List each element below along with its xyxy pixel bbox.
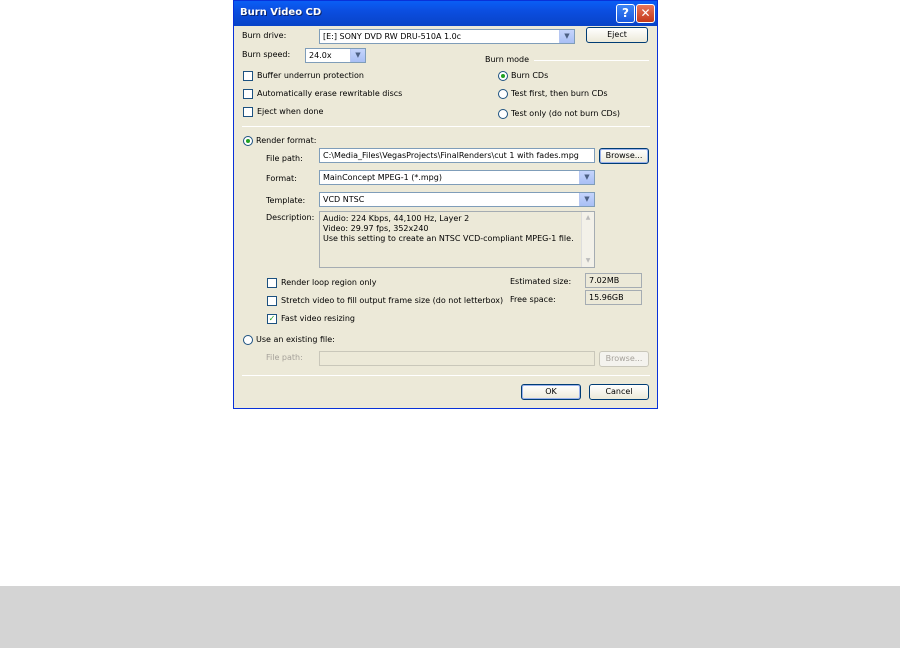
chevron-down-icon[interactable]: ▼: [350, 49, 365, 62]
test-first-label: Test first, then burn CDs: [511, 89, 608, 98]
burn-mode-label: Burn mode: [485, 55, 530, 64]
eject-when-done-label: Eject when done: [257, 107, 324, 116]
eject-when-done-checkbox[interactable]: [243, 107, 253, 117]
file-path-value: C:\Media_Files\VegasProjects\FinalRender…: [323, 151, 579, 160]
existing-file-browse-button[interactable]: Browse...: [599, 351, 649, 367]
section-divider: [242, 126, 650, 127]
burn-mode-divider: [534, 60, 649, 61]
test-only-radio[interactable]: [498, 109, 508, 119]
file-path-label: File path:: [266, 154, 303, 163]
buffer-underrun-label: Buffer underrun protection: [257, 71, 364, 80]
burn-video-cd-dialog: Burn Video CD ? ✕ Burn drive: [E:] SONY …: [233, 0, 658, 409]
chevron-down-icon[interactable]: ▼: [579, 193, 594, 206]
format-value: MainConcept MPEG-1 (*.mpg): [323, 173, 442, 182]
description-line: Video: 29.97 fps, 352x240: [323, 224, 429, 233]
burn-drive-select[interactable]: [E:] SONY DVD RW DRU-510A 1.0c ▼: [319, 29, 575, 44]
browse-button[interactable]: Browse...: [599, 148, 649, 164]
template-value: VCD NTSC: [323, 195, 365, 204]
estimated-size-field: 7.02MB: [585, 273, 642, 288]
template-select[interactable]: VCD NTSC ▼: [319, 192, 595, 207]
free-space-field: 15.96GB: [585, 290, 642, 305]
existing-file-label: Use an existing file:: [256, 335, 335, 344]
burn-speed-value: 24.0x: [309, 51, 332, 60]
template-label: Template:: [266, 196, 306, 205]
render-format-label: Render format:: [256, 136, 317, 145]
buffer-underrun-checkbox[interactable]: [243, 71, 253, 81]
existing-file-path-input[interactable]: [319, 351, 595, 366]
format-label: Format:: [266, 174, 297, 183]
description-line: Audio: 224 Kbps, 44,100 Hz, Layer 2: [323, 214, 470, 223]
close-icon[interactable]: ✕: [636, 4, 655, 23]
burn-cds-radio[interactable]: [498, 71, 508, 81]
burn-speed-select[interactable]: 24.0x ▼: [305, 48, 366, 63]
burn-speed-label: Burn speed:: [242, 50, 291, 59]
chevron-down-icon[interactable]: ▼: [559, 30, 574, 43]
existing-file-path-label: File path:: [266, 353, 303, 362]
render-loop-label: Render loop region only: [281, 278, 377, 287]
burn-drive-value: [E:] SONY DVD RW DRU-510A 1.0c: [323, 32, 462, 41]
title-bar[interactable]: Burn Video CD ? ✕: [234, 1, 657, 26]
description-label: Description:: [266, 213, 315, 222]
chevron-down-icon[interactable]: ▼: [579, 171, 594, 184]
footer-band: [0, 586, 900, 648]
burn-cds-label: Burn CDs: [511, 71, 549, 80]
scroll-up-icon[interactable]: ▲: [582, 212, 594, 224]
estimated-size-value: 7.02MB: [589, 276, 620, 285]
help-icon[interactable]: ?: [616, 4, 635, 23]
bottom-divider: [242, 375, 650, 376]
stretch-video-checkbox[interactable]: [267, 296, 277, 306]
eject-button[interactable]: Eject: [586, 27, 648, 43]
description-scrollbar[interactable]: ▲ ▼: [581, 212, 594, 267]
free-space-label: Free space:: [510, 295, 556, 304]
window-title: Burn Video CD: [240, 7, 322, 18]
existing-file-radio[interactable]: [243, 335, 253, 345]
estimated-size-label: Estimated size:: [510, 277, 572, 286]
free-space-value: 15.96GB: [589, 293, 624, 302]
description-line: Use this setting to create an NTSC VCD-c…: [323, 234, 574, 243]
test-first-radio[interactable]: [498, 89, 508, 99]
fast-resizing-checkbox[interactable]: ✓: [267, 314, 277, 324]
stretch-video-label: Stretch video to fill output frame size …: [281, 296, 504, 305]
burn-drive-label: Burn drive:: [242, 31, 287, 40]
render-loop-checkbox[interactable]: [267, 278, 277, 288]
auto-erase-checkbox[interactable]: [243, 89, 253, 99]
ok-button[interactable]: OK: [521, 384, 581, 400]
auto-erase-label: Automatically erase rewritable discs: [257, 89, 403, 98]
cancel-button[interactable]: Cancel: [589, 384, 649, 400]
file-path-input[interactable]: C:\Media_Files\VegasProjects\FinalRender…: [319, 148, 595, 163]
scroll-down-icon[interactable]: ▼: [582, 255, 594, 267]
description-box[interactable]: Audio: 224 Kbps, 44,100 Hz, Layer 2 Vide…: [319, 211, 595, 268]
format-select[interactable]: MainConcept MPEG-1 (*.mpg) ▼: [319, 170, 595, 185]
render-format-radio[interactable]: [243, 136, 253, 146]
fast-resizing-label: Fast video resizing: [281, 314, 356, 323]
test-only-label: Test only (do not burn CDs): [511, 109, 620, 118]
